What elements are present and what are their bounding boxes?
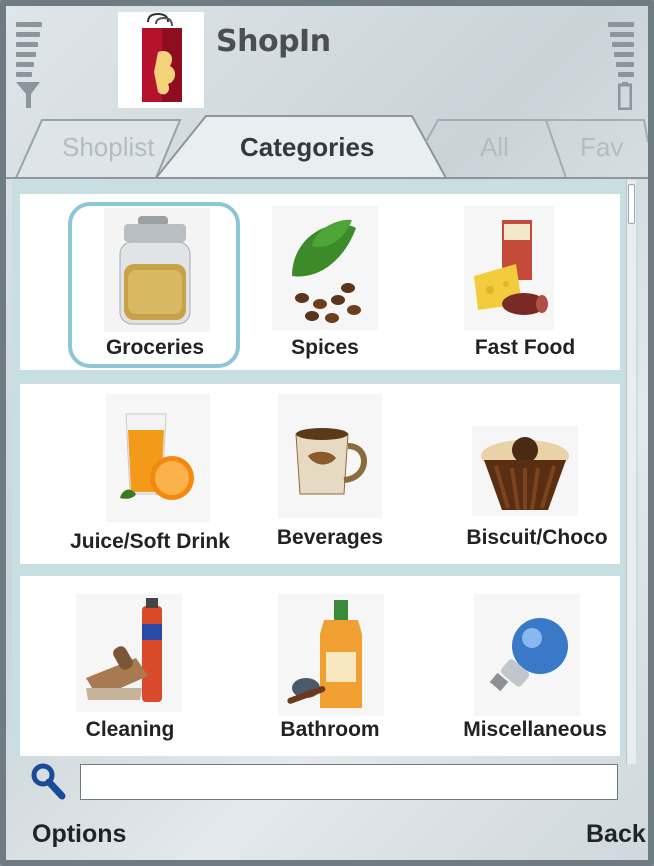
chocolate-praline-icon xyxy=(472,426,578,516)
category-row: Groceries Spices Fast Food xyxy=(20,194,620,370)
category-beverages[interactable]: Beverages xyxy=(260,384,400,564)
category-grid: Groceries Spices Fast Food Juice/Soft Dr… xyxy=(12,180,638,756)
category-spices[interactable]: Spices xyxy=(250,194,400,370)
category-label: Cleaning xyxy=(85,718,175,741)
grocery-jar-icon xyxy=(104,208,210,332)
search-input[interactable] xyxy=(80,764,618,800)
category-label: Groceries xyxy=(105,336,205,359)
tab-fav[interactable]: Fav xyxy=(580,132,623,163)
scroll-thumb[interactable] xyxy=(628,184,635,224)
orange-juice-icon xyxy=(106,394,210,522)
category-row: Juice/Soft Drink Beverages Biscuit/Choco xyxy=(20,384,620,564)
category-miscellaneous[interactable]: Miscellaneous xyxy=(440,576,630,756)
options-softkey[interactable]: Options xyxy=(32,820,126,849)
tab-categories[interactable]: Categories xyxy=(240,132,374,163)
app-title: ShopIn xyxy=(216,24,331,59)
category-label: Spices xyxy=(291,336,359,359)
category-groceries[interactable]: Groceries xyxy=(60,194,250,370)
battery-level-icon xyxy=(600,20,634,110)
shampoo-brush-icon xyxy=(278,594,384,716)
category-label: Beverages xyxy=(276,526,384,549)
tab-shoplist[interactable]: Shoplist xyxy=(62,132,155,163)
category-label: Bathroom xyxy=(280,718,380,741)
light-bulb-icon xyxy=(474,594,580,716)
coffee-beans-leaf-icon xyxy=(272,206,378,330)
category-label: Biscuit/Choco xyxy=(466,526,608,549)
signal-strength-icon xyxy=(16,20,50,110)
category-row: Cleaning Bathroom Miscellaneous xyxy=(20,576,620,756)
back-softkey[interactable]: Back xyxy=(586,820,646,849)
category-bathroom[interactable]: Bathroom xyxy=(260,576,400,756)
brush-spray-icon xyxy=(76,594,182,712)
vertical-scrollbar[interactable] xyxy=(626,180,636,764)
category-biscuit-choco[interactable]: Biscuit/Choco xyxy=(450,384,620,564)
category-cleaning[interactable]: Cleaning xyxy=(50,576,210,756)
coffee-mug-icon xyxy=(278,394,382,518)
shopping-bag-logo xyxy=(118,12,204,108)
category-label: Fast Food xyxy=(474,336,576,359)
status-header: ShopIn xyxy=(6,6,648,116)
category-label: Miscellaneous xyxy=(463,718,607,741)
tab-all[interactable]: All xyxy=(480,132,509,163)
tab-bar: Shoplist Categories All Fav xyxy=(6,112,648,180)
category-fast-food[interactable]: Fast Food xyxy=(430,194,620,370)
search-icon xyxy=(31,763,66,800)
cheese-sausage-icon xyxy=(464,206,554,330)
category-juice-soft-drink[interactable]: Juice/Soft Drink xyxy=(50,384,250,564)
category-label: Juice/Soft Drink xyxy=(70,530,230,553)
